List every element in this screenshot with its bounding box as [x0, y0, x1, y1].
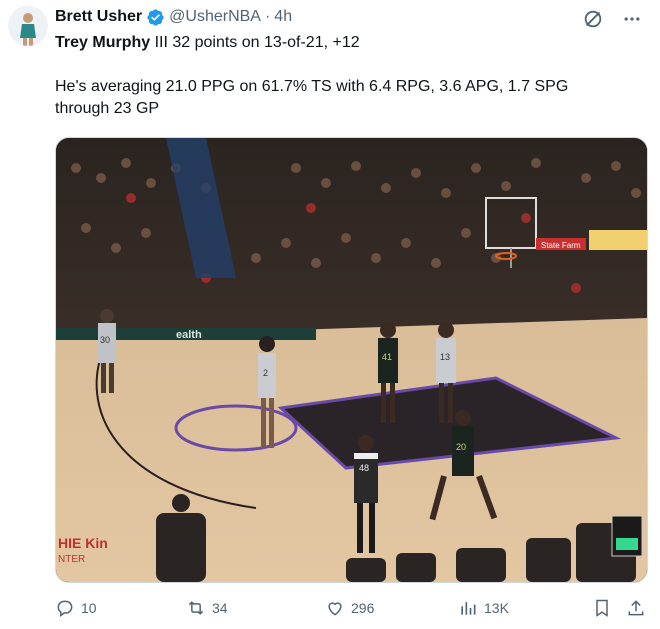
svg-text:13: 13 — [440, 352, 450, 362]
tweet-line-1-bold: Trey Murphy — [55, 34, 151, 51]
heart-icon — [328, 602, 342, 616]
avatar[interactable] — [8, 6, 48, 46]
tweet-line-2: He's averaging 21.0 PPG on 61.7% TS with… — [55, 78, 569, 95]
bookmark-button[interactable] — [592, 598, 612, 618]
share-icon — [628, 600, 644, 616]
views-button[interactable]: 13K — [458, 598, 509, 618]
reply-icon — [57, 600, 73, 617]
timestamp[interactable]: 4h — [274, 8, 292, 26]
reply-button[interactable]: 10 — [55, 598, 97, 618]
verified-badge-icon — [146, 8, 165, 27]
svg-text:30: 30 — [100, 335, 110, 345]
share-button[interactable] — [626, 598, 646, 618]
bookmark-icon — [596, 599, 608, 617]
author-name[interactable]: Brett Usher — [55, 8, 142, 26]
repost-button[interactable]: 34 — [186, 598, 228, 618]
reply-count: 10 — [81, 600, 97, 616]
views-icon — [461, 602, 476, 615]
ad-left-text-2: NTER — [58, 554, 85, 565]
repost-count: 34 — [212, 600, 228, 616]
ad-left-text: HIE Kin — [58, 535, 108, 551]
action-bar: 10 34 296 13K — [55, 597, 645, 619]
basketball-video-frame: ealth State Farm 30 2 41 13 20 48 HIE Ki… — [56, 138, 647, 582]
court-sign-text: ealth — [176, 329, 202, 341]
views-count: 13K — [484, 600, 509, 616]
tweet-media[interactable]: ealth State Farm 30 2 41 13 20 48 HIE Ki… — [55, 137, 648, 583]
author-handle[interactable]: @UsherNBA — [169, 8, 261, 26]
tweet-line-1-rest: III 32 points on 13-of-21, +12 — [150, 34, 360, 51]
svg-text:20: 20 — [456, 442, 466, 452]
avatar-image — [8, 6, 48, 46]
repost-icon — [188, 601, 204, 615]
svg-text:48: 48 — [359, 463, 369, 473]
tweet-header: Brett Usher @UsherNBA · 4h — [55, 6, 292, 28]
top-actions — [582, 8, 642, 30]
svg-text:2: 2 — [263, 368, 268, 378]
tweet-line-1: Trey Murphy III 32 points on 13-of-21, +… — [55, 32, 645, 54]
tweet-text: Trey Murphy III 32 points on 13-of-21, +… — [55, 32, 645, 120]
more-icon[interactable] — [622, 9, 642, 29]
tweet-line-3: through 23 GP — [55, 100, 160, 117]
state-farm-text: State Farm — [541, 241, 581, 250]
svg-text:41: 41 — [382, 352, 392, 362]
separator-dot: · — [264, 8, 271, 25]
like-count: 296 — [351, 600, 375, 616]
grok-icon[interactable] — [582, 8, 604, 30]
like-button[interactable]: 296 — [325, 598, 374, 618]
